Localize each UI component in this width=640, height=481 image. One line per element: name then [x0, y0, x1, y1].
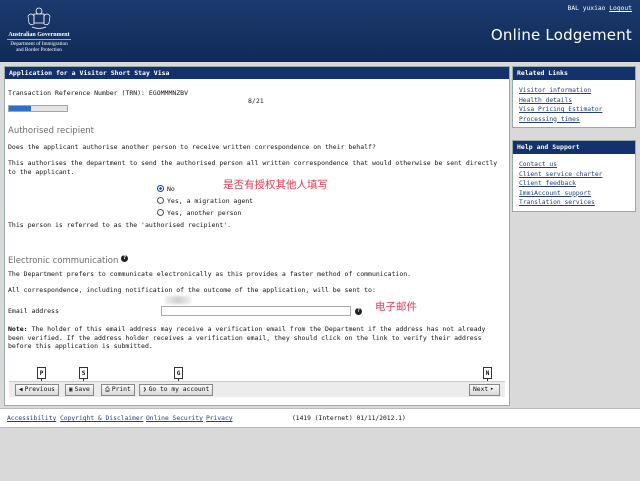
list-item: Processing times — [519, 115, 629, 125]
key-g: G — [174, 367, 183, 379]
key-p: P — [37, 367, 46, 379]
authorised-explanation: This authorises the department to send t… — [8, 159, 498, 176]
key-s: S — [79, 367, 88, 379]
list-item: Health details — [519, 96, 629, 106]
option-no[interactable]: No — [157, 185, 175, 193]
footer-copyright-link[interactable]: Copyright & Disclaimer — [60, 415, 143, 422]
footer-accessibility-link[interactable]: Accessibility — [7, 415, 56, 422]
link-contact-us[interactable]: Contact us — [519, 161, 557, 168]
link-translation-services[interactable]: Translation services — [519, 199, 595, 206]
arrow-right-icon: ➤ — [490, 386, 494, 393]
gov-divider — [7, 39, 71, 40]
help-support-title: Help and Support — [513, 141, 635, 154]
page-indicator: 8/21 — [248, 97, 264, 105]
link-client-service-charter[interactable]: Client service charter — [519, 171, 602, 178]
trn-text: Transaction Reference Number (TRN): EGOM… — [8, 89, 189, 97]
chevron-right-icon: ❯ — [143, 386, 147, 393]
header: Australian Government Department of Immi… — [0, 0, 640, 62]
related-links-title: Related Links — [513, 67, 635, 80]
link-processing-times[interactable]: Processing times — [519, 116, 580, 123]
redacted-area — [165, 296, 191, 304]
option-migration-agent-label: Yes, a migration agent — [167, 197, 254, 205]
go-to-account-label: Go to my account — [148, 386, 210, 393]
go-to-account-button[interactable]: ❯ Go to my account — [139, 384, 214, 396]
previous-label: Previous — [24, 386, 55, 393]
page-title: Application for a Visitor Short Stay Vis… — [5, 67, 509, 79]
save-label: Save — [74, 386, 90, 393]
referred-text: This person is referred to as the 'autho… — [8, 221, 232, 229]
link-client-feedback[interactable]: Client feedback — [519, 180, 576, 187]
link-immiaccount-support[interactable]: ImmiAccount support — [519, 190, 591, 197]
email-label: Email address — [8, 307, 59, 315]
list-item: Visa Pricing Estimator — [519, 105, 629, 115]
gov-line-3: and Border Protection — [16, 47, 62, 53]
user-name: BAL yuxiao — [567, 5, 606, 12]
footer: Accessibility Copyright & Disclaimer Onl… — [0, 408, 640, 428]
next-label: Next — [473, 386, 489, 393]
list-item: Client feedback — [519, 179, 629, 189]
annotation-email: 电子邮件 — [375, 301, 417, 313]
radio-migration-agent[interactable] — [157, 197, 164, 204]
note-text: Note: The holder of this email address m… — [8, 325, 504, 351]
logout-link[interactable]: Logout — [609, 5, 632, 12]
help-icon[interactable]: ? — [121, 255, 129, 262]
email-input[interactable] — [161, 306, 351, 316]
previous-button[interactable]: ◀ Previous — [15, 384, 59, 396]
print-label: Print — [111, 386, 131, 393]
list-item: Translation services — [519, 198, 629, 208]
print-button[interactable]: ⎙ Print — [101, 384, 135, 396]
government-crest-logo: Australian Government Department of Immi… — [4, 6, 74, 56]
option-another-person[interactable]: Yes, another person — [157, 209, 241, 217]
arrow-left-icon: ◀ — [19, 386, 23, 393]
user-info: BAL yuxiao Logout — [568, 5, 632, 12]
disk-icon: ▣ — [69, 386, 73, 393]
help-support-list: Contact us Client service charter Client… — [513, 154, 635, 214]
next-button[interactable]: Next ➤ — [469, 384, 500, 396]
printer-icon: ⎙ — [105, 386, 110, 393]
version-text: (1419 (Internet) 01/11/2012.1) — [292, 415, 406, 422]
footer-privacy-link[interactable]: Privacy — [206, 415, 233, 422]
help-support-panel: Help and Support Contact us Client servi… — [512, 140, 636, 212]
list-item: ImmiAccount support — [519, 189, 629, 199]
gov-line-1: Australian Government — [8, 32, 70, 38]
link-visa-pricing-estimator[interactable]: Visa Pricing Estimator — [519, 106, 602, 113]
note-body: The holder of this email address may rec… — [8, 325, 486, 350]
brand-title: Online Lodgement — [490, 26, 632, 44]
related-links-list: Visitor information Health details Visa … — [513, 80, 635, 130]
coat-of-arms-icon — [27, 7, 51, 29]
all-correspondence-text: All correspondence, including notificati… — [8, 286, 376, 294]
progress-fill — [9, 106, 32, 111]
link-health-details[interactable]: Health details — [519, 97, 572, 104]
option-migration-agent[interactable]: Yes, a migration agent — [157, 197, 253, 205]
annotation-authorised: 是否有授权其他人填写 — [223, 179, 328, 191]
list-item: Visitor information — [519, 86, 629, 96]
list-item: Client service charter — [519, 170, 629, 180]
prefers-text: The Department prefers to communicate el… — [8, 270, 412, 278]
radio-another-person[interactable] — [157, 209, 164, 216]
authorised-question: Does the applicant authorise another per… — [8, 143, 376, 151]
electronic-heading: Electronic communication ? — [8, 255, 129, 266]
link-visitor-information[interactable]: Visitor information — [519, 87, 591, 94]
key-n: N — [483, 367, 492, 379]
save-button[interactable]: ▣ Save — [65, 384, 94, 396]
main-panel: Application for a Visitor Short Stay Vis… — [4, 66, 510, 406]
note-label: Note: — [8, 325, 28, 333]
radio-no[interactable] — [157, 185, 164, 192]
electronic-heading-text: Electronic communication — [8, 256, 119, 266]
progress-bar — [8, 105, 68, 112]
list-item: Contact us — [519, 160, 629, 170]
option-no-label: No — [167, 185, 175, 193]
footer-security-link[interactable]: Online Security — [146, 415, 203, 422]
related-links-panel: Related Links Visitor information Health… — [512, 66, 636, 128]
authorised-heading: Authorised recipient — [8, 126, 95, 136]
option-another-person-label: Yes, another person — [167, 209, 242, 217]
button-bar: ◀ Previous ▣ Save ⎙ Print ❯ Go to my account… — [9, 381, 505, 397]
email-help-icon[interactable]: ? — [355, 308, 362, 315]
